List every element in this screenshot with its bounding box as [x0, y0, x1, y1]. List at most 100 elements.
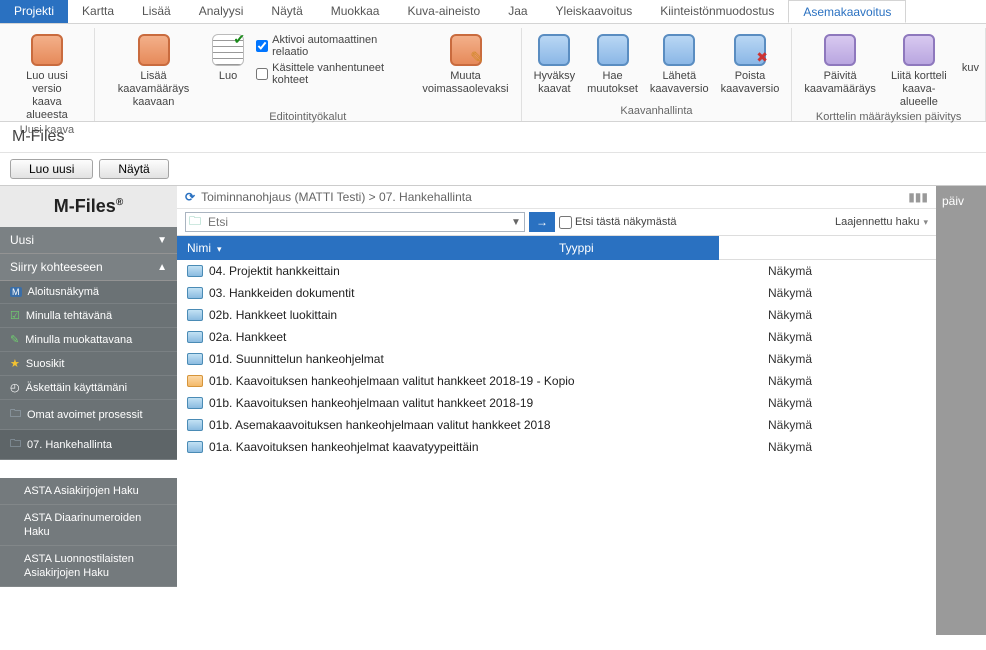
- list-item[interactable]: 01d. Suunnittelun hankeohjelmatNäkymä: [177, 348, 936, 370]
- sort-desc-icon: [215, 241, 222, 255]
- refresh-icon[interactable]: ⟳: [185, 190, 195, 204]
- nayta-button[interactable]: Näytä: [99, 159, 168, 179]
- list-item[interactable]: 01b. Kaavoituksen hankeohjelmaan valitut…: [177, 392, 936, 414]
- panel-title: M-Files: [0, 122, 986, 153]
- tab-projekti[interactable]: Projekti: [0, 0, 68, 23]
- search-input[interactable]: [204, 214, 508, 231]
- tab-yleiskaavoitus[interactable]: Yleiskaavoitus: [542, 0, 647, 23]
- item-name: 03. Hankkeiden dokumentit: [209, 286, 768, 300]
- sidebar-item-suosikit[interactable]: Suosikit: [0, 352, 177, 376]
- group-korttelin-label: Korttelin määräyksien päivitys: [816, 111, 962, 125]
- search-mode-link[interactable]: Laajennettu haku: [835, 216, 928, 228]
- signal-icon[interactable]: ▮▮▮: [908, 190, 928, 204]
- list-item[interactable]: 01b. Kaavoituksen hankeohjelmaan valitut…: [177, 370, 936, 392]
- poista-kaavaversio-button[interactable]: Poistakaavaversio: [715, 28, 786, 98]
- luo-button[interactable]: Luo: [206, 28, 250, 85]
- item-type: Näkymä: [768, 396, 926, 410]
- search-icon: 🗀: [186, 212, 204, 233]
- sidebar-section-siirry[interactable]: Siirry kohteeseen▲: [0, 254, 177, 281]
- tab-kartta[interactable]: Kartta: [68, 0, 128, 23]
- sidebar-item-asta-luonnos[interactable]: ASTA Luonnostilaisten Asiakirjojen Haku: [0, 546, 177, 587]
- item-type: Näkymä: [768, 264, 926, 278]
- item-type: Näkymä: [768, 286, 926, 300]
- tab-analyysi[interactable]: Analyysi: [185, 0, 258, 23]
- kasittele-vanhentuneet-checkbox[interactable]: Käsittele vanhentuneet kohteet: [256, 62, 410, 86]
- search-bar: 🗀 ▼ → Etsi tästä näkymästä Laajennettu h…: [177, 209, 936, 236]
- folder-icon: [187, 397, 203, 409]
- hyvaksy-kaavat-button[interactable]: Hyväksykaavat: [528, 28, 582, 98]
- folder-icon: [10, 405, 21, 424]
- breadcrumb[interactable]: Toiminnanohjaus (MATTI Testi) > 07. Hank…: [201, 190, 472, 204]
- sidebar-item-omat-prosessit[interactable]: Omat avoimet prosessit: [0, 400, 177, 430]
- muuta-voimassaolevaksi-button[interactable]: Muutavoimassaolevaksi: [416, 28, 514, 98]
- item-name: 04. Projektit hankkeittain: [209, 264, 768, 278]
- delete-icon: [734, 34, 766, 66]
- sidebar-item-asta-asiakirjojen[interactable]: ASTA Asiakirjojen Haku: [0, 478, 177, 505]
- item-type: Näkymä: [768, 374, 926, 388]
- tab-asemakaavoitus[interactable]: Asemakaavoitus: [788, 0, 906, 23]
- layer-icon: [31, 34, 63, 66]
- sidebar-item-hankehallinta[interactable]: 07. Hankehallinta: [0, 430, 177, 460]
- home-icon: [10, 286, 22, 298]
- hae-muutokset-button[interactable]: Haemuutokset: [581, 28, 644, 98]
- sidebar-item-muokattavana[interactable]: Minulla muokattavana: [0, 328, 177, 352]
- tab-muokkaa[interactable]: Muokkaa: [317, 0, 394, 23]
- folder-icon: [187, 353, 203, 365]
- chevron-up-icon: ▲: [157, 262, 167, 273]
- send-icon: [663, 34, 695, 66]
- detail-pane-header: [719, 236, 936, 260]
- sidebar-item-asta-diaari[interactable]: ASTA Diaarinumeroiden Haku: [0, 505, 177, 546]
- tab-nayta[interactable]: Näytä: [257, 0, 316, 23]
- list-check-icon: [212, 34, 244, 66]
- search-go-button[interactable]: →: [529, 212, 555, 232]
- tab-kiinteistonmuodostus[interactable]: Kiinteistönmuodostus: [646, 0, 788, 23]
- tab-jaa[interactable]: Jaa: [494, 0, 541, 23]
- link-icon: [903, 34, 935, 66]
- sidebar-item-tehtavana[interactable]: Minulla tehtävänä: [0, 304, 177, 328]
- search-scope-checkbox[interactable]: Etsi tästä näkymästä: [559, 216, 677, 229]
- item-type: Näkymä: [768, 308, 926, 322]
- laheta-kaavaversio-button[interactable]: Lähetäkaavaversio: [644, 28, 715, 98]
- item-name: 01a. Kaavoituksen hankeohjelmat kaavatyy…: [209, 440, 768, 454]
- list-rows: 04. Projektit hankkeittainNäkymä03. Hank…: [177, 260, 936, 458]
- mfiles-main: M-Files® Uusi▼ Siirry kohteeseen▲ Aloitu…: [0, 185, 986, 635]
- folder-icon: [187, 441, 203, 453]
- list-item[interactable]: 04. Projektit hankkeittainNäkymä: [177, 260, 936, 282]
- tab-kuva-aineisto[interactable]: Kuva-aineisto: [393, 0, 494, 23]
- column-header-nimi[interactable]: Nimi: [177, 236, 549, 260]
- group-kaavanhallinta-label: Kaavanhallinta: [620, 105, 692, 119]
- approve-icon: [538, 34, 570, 66]
- right-panel-label: päiv: [936, 186, 986, 216]
- tab-lisaa[interactable]: Lisää: [128, 0, 185, 23]
- folder-icon: [187, 265, 203, 277]
- luo-uusi-versio-button[interactable]: Luo uusi versiokaava alueesta: [6, 28, 88, 124]
- task-icon: [10, 309, 20, 322]
- lisaa-kaavamaarays-button[interactable]: Lisää kaavamääräyskaavaan: [101, 28, 206, 111]
- list-item[interactable]: 02b. Hankkeet luokittainNäkymä: [177, 304, 936, 326]
- aktivoi-relaatio-checkbox[interactable]: Aktivoi automaattinen relaatio: [256, 34, 410, 58]
- list-item[interactable]: 02a. HankkeetNäkymä: [177, 326, 936, 348]
- layer-icon: [138, 34, 170, 66]
- item-name: 02b. Hankkeet luokittain: [209, 308, 768, 322]
- aktivoi-relaatio-input[interactable]: [256, 40, 268, 52]
- partial-button[interactable]: kuv: [956, 28, 979, 77]
- column-header-tyyppi[interactable]: Tyyppi: [549, 236, 719, 260]
- kasittele-vanhentuneet-input[interactable]: [256, 68, 268, 80]
- sidebar-section-uusi[interactable]: Uusi▼: [0, 227, 177, 254]
- list-item[interactable]: 03. Hankkeiden dokumentitNäkymä: [177, 282, 936, 304]
- sidebar-item-askettain[interactable]: Äskettäin käyttämäni: [0, 376, 177, 400]
- paivita-kaavamaarays-button[interactable]: Päivitäkaavamääräys: [798, 28, 882, 98]
- item-name: 01b. Kaavoituksen hankeohjelmaan valitut…: [209, 396, 768, 410]
- ribbon: Luo uusi versiokaava alueesta Uusi kaava…: [0, 24, 986, 122]
- right-panel: päiv: [936, 186, 986, 635]
- chevron-down-icon: ▼: [157, 235, 167, 246]
- folder-icon: [187, 331, 203, 343]
- list-item[interactable]: 01a. Kaavoituksen hankeohjelmat kaavatyy…: [177, 436, 936, 458]
- sidebar-item-aloitusnakyma[interactable]: Aloitusnäkymä: [0, 281, 177, 304]
- liita-kortteli-button[interactable]: Liitä korttelikaava-alueelle: [882, 28, 956, 111]
- list-item[interactable]: 01b. Asemakaavoituksen hankeohjelmaan va…: [177, 414, 936, 436]
- luo-uusi-button[interactable]: Luo uusi: [10, 159, 93, 179]
- star-icon: [10, 357, 20, 370]
- search-scope-input[interactable]: [559, 216, 572, 229]
- search-dropdown-icon[interactable]: ▼: [508, 217, 524, 228]
